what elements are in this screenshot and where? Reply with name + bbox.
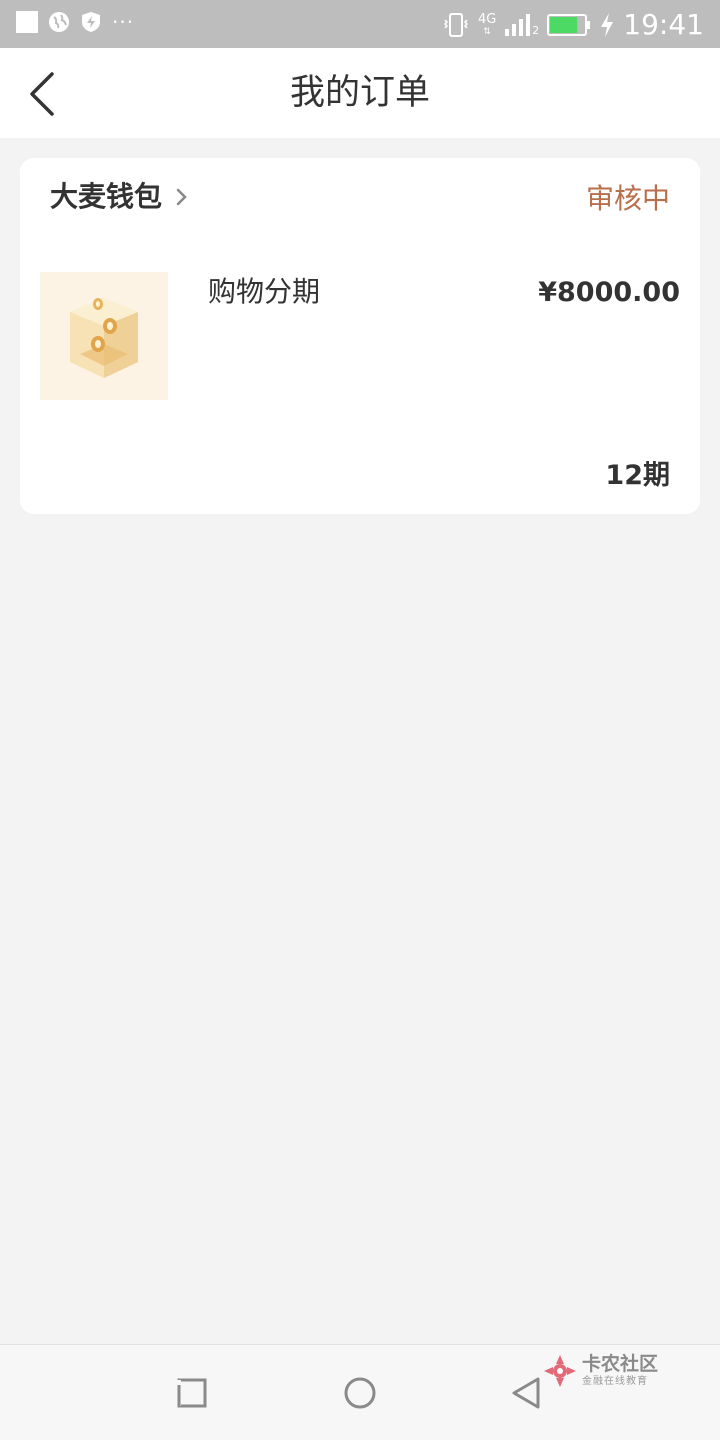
back-icon[interactable] [508, 1375, 544, 1411]
watermark-title: 卡农社区 [581, 1353, 658, 1375]
page-title: 我的订单 [289, 73, 430, 113]
order-status: 审核中 [585, 182, 670, 215]
coin-box-icon [70, 298, 138, 378]
network-type: 4G [477, 11, 497, 27]
network-indicator: 4G ⇅ [477, 11, 497, 37]
clock: 19:41 [623, 8, 704, 41]
product-name: 购物分期 [208, 275, 321, 308]
square-icon [16, 11, 38, 33]
watermark: 卡农社区 金融在线教育 [542, 1353, 658, 1389]
installment-count: 12期 [605, 460, 670, 491]
watermark-subtitle: 金融在线教育 [581, 1376, 648, 1387]
shield-bolt-icon [82, 12, 100, 32]
watermark-texts: 卡农社区 金融在线教育 [582, 1353, 658, 1389]
chevron-right-icon [176, 188, 187, 206]
more-dots-icon: ··· [112, 10, 135, 34]
status-left-icons: ··· [16, 11, 134, 33]
merchant-link[interactable]: 大麦钱包 [50, 178, 190, 216]
sim-slot: 2 [532, 23, 540, 37]
battery-icon [547, 13, 591, 36]
merchant-name: 大麦钱包 [50, 180, 163, 213]
data-arrows-icon: ⇅ [483, 26, 491, 37]
status-bar: ··· 4G ⇅ 2 19:41 [0, 0, 720, 48]
globe-icon [49, 12, 69, 32]
product-price: ¥8000.00 [538, 277, 680, 308]
product-thumbnail [40, 272, 168, 400]
vibrate-icon [443, 12, 468, 37]
order-card[interactable]: 大麦钱包 审核中 购物分期 ¥8000.00 12期 [20, 158, 700, 514]
signal-group: 2 [504, 13, 539, 37]
status-right-icons: 4G ⇅ 2 19:41 [442, 8, 704, 41]
header: 我的订单 [0, 48, 720, 138]
signal-icon [505, 13, 531, 36]
charging-icon [601, 12, 614, 37]
recent-apps-icon[interactable] [174, 1375, 210, 1411]
system-nav-bar: 卡农社区 金融在线教育 [0, 1344, 720, 1440]
watermark-logo-icon [543, 1355, 576, 1387]
home-icon[interactable] [342, 1375, 378, 1411]
